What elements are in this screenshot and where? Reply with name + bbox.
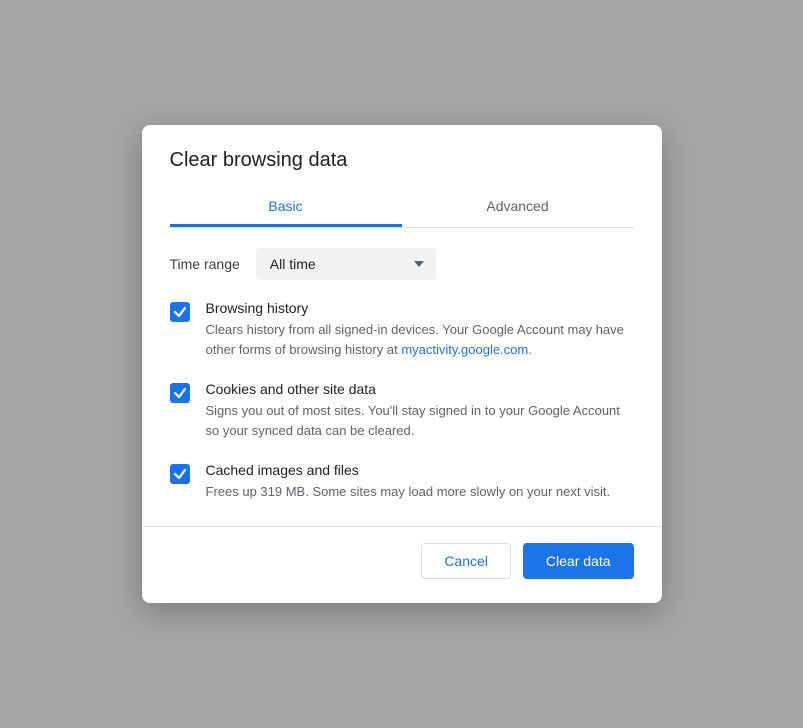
cancel-button[interactable]: Cancel: [421, 543, 511, 579]
dialog-title: Clear browsing data: [170, 149, 634, 172]
cached-title: Cached images and files: [206, 462, 634, 478]
tab-basic[interactable]: Basic: [170, 188, 402, 227]
browsing-history-desc: Clears history from all signed-in device…: [206, 320, 634, 359]
dialog-footer: Cancel Clear data: [142, 526, 662, 603]
cached-item: Cached images and files Frees up 319 MB.…: [170, 462, 634, 502]
browsing-history-item: Browsing history Clears history from all…: [170, 300, 634, 359]
browsing-history-checkbox[interactable]: [170, 302, 190, 322]
clear-browsing-data-dialog: Clear browsing data Basic Advanced Time …: [142, 125, 662, 603]
cached-desc: Frees up 319 MB. Some sites may load mor…: [206, 482, 634, 502]
clear-data-button[interactable]: Clear data: [523, 543, 634, 579]
cookies-title: Cookies and other site data: [206, 381, 634, 397]
cookies-desc: Signs you out of most sites. You'll stay…: [206, 401, 634, 440]
time-range-label: Time range: [170, 256, 240, 272]
cached-text: Cached images and files Frees up 319 MB.…: [206, 462, 634, 502]
browsing-history-desc-suffix: .: [528, 342, 532, 357]
dialog-body: Time range Last hour Last 24 hours Last …: [142, 228, 662, 518]
cookies-checkbox[interactable]: [170, 383, 190, 403]
myactivity-link[interactable]: myactivity.google.com: [401, 342, 528, 357]
check-icon: [173, 305, 187, 319]
tabs-container: Basic Advanced: [170, 188, 634, 228]
check-icon: [173, 467, 187, 481]
check-icon: [173, 386, 187, 400]
browsing-history-title: Browsing history: [206, 300, 634, 316]
cached-checkbox[interactable]: [170, 464, 190, 484]
browsing-history-text: Browsing history Clears history from all…: [206, 300, 634, 359]
dialog-header: Clear browsing data Basic Advanced: [142, 125, 662, 228]
tab-advanced[interactable]: Advanced: [402, 188, 634, 227]
backdrop: Clear browsing data Basic Advanced Time …: [0, 0, 803, 728]
cookies-text: Cookies and other site data Signs you ou…: [206, 381, 634, 440]
time-range-row: Time range Last hour Last 24 hours Last …: [170, 248, 634, 280]
time-range-select-wrapper[interactable]: Last hour Last 24 hours Last 7 days Last…: [256, 248, 436, 280]
time-range-select[interactable]: Last hour Last 24 hours Last 7 days Last…: [256, 248, 436, 280]
cookies-item: Cookies and other site data Signs you ou…: [170, 381, 634, 440]
